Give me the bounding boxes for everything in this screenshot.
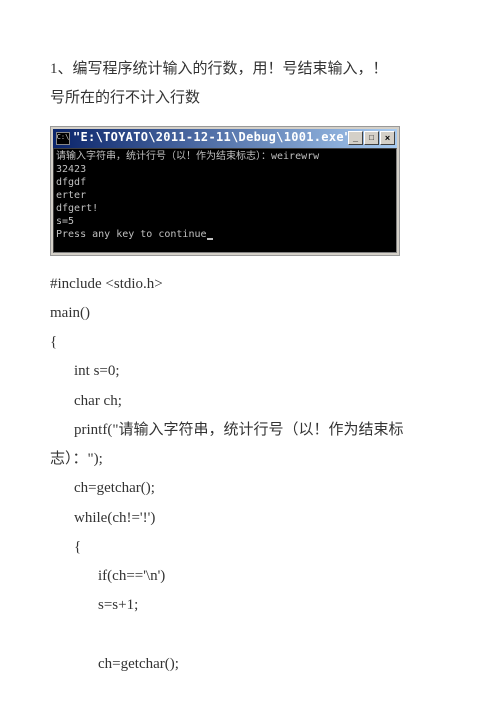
console-line: erter [56, 190, 86, 201]
console-line: dfgdf [56, 177, 86, 188]
title-bar-left: C:\ "E:\TOYATO\2011-12-11\Debug\1001.exe… [56, 126, 348, 149]
code-line [50, 621, 450, 650]
minimize-button[interactable]: _ [348, 131, 363, 145]
console-output: 请输入字符串，统计行号（以！作为结束标志）：weirewrw 32423 dfg… [53, 148, 397, 253]
title-bar: C:\ "E:\TOYATO\2011-12-11\Debug\1001.exe… [53, 129, 397, 148]
console-line: dfgert! [56, 203, 98, 214]
code-line: 志）："); [50, 445, 450, 474]
code-line: while(ch!='!') [50, 504, 450, 533]
console-line: Press any key to continue [56, 229, 207, 240]
code-line: int s=0; [50, 357, 450, 386]
close-button[interactable]: × [380, 131, 395, 145]
console-line: s=5 [56, 216, 74, 227]
problem-title: 1、编写程序统计输入的行数，用！号结束输入，！ 号所在的行不计入行数 [50, 55, 450, 114]
console-icon: C:\ [56, 132, 70, 145]
code-line: ch=getchar(); [50, 474, 450, 503]
code-line: { [50, 328, 450, 357]
maximize-button[interactable]: □ [364, 131, 379, 145]
code-line: main() [50, 299, 450, 328]
code-line: char ch; [50, 387, 450, 416]
code-line: ch=getchar(); [50, 650, 450, 679]
code-line: #include <stdio.h> [50, 270, 450, 299]
code-line: s=s+1; [50, 591, 450, 620]
console-line: 请输入字符串，统计行号（以！作为结束标志）：weirewrw [56, 151, 319, 162]
window-controls: _ □ × [348, 131, 395, 145]
console-window: C:\ "E:\TOYATO\2011-12-11\Debug\1001.exe… [50, 126, 400, 256]
window-title: "E:\TOYATO\2011-12-11\Debug\1001.exe" [73, 126, 348, 149]
code-line: if(ch=='\n') [50, 562, 450, 591]
console-line: 32423 [56, 164, 86, 175]
title-line-1: 1、编写程序统计输入的行数，用！号结束输入，！ [50, 55, 450, 84]
cursor-icon [207, 238, 213, 240]
code-line: printf("请输入字符串，统计行号（以！作为结束标 [50, 416, 450, 445]
code-line: { [50, 533, 450, 562]
title-line-2: 号所在的行不计入行数 [50, 84, 450, 113]
